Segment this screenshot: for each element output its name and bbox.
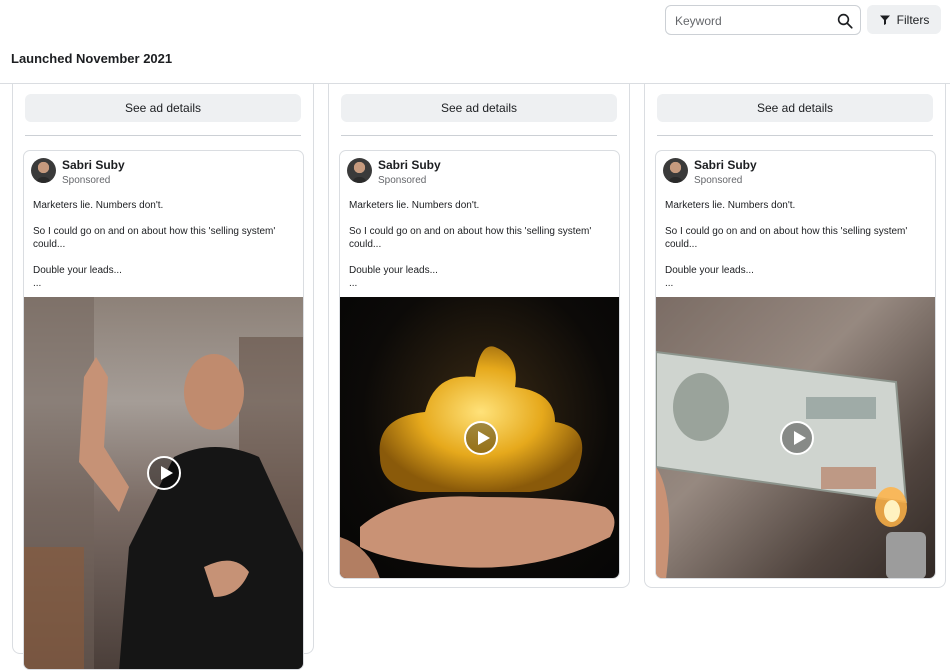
avatar[interactable]	[663, 158, 688, 183]
play-icon[interactable]	[780, 421, 814, 455]
ad-text-line: So I could go on and on about how this '…	[33, 226, 276, 250]
ad-body-text: Marketers lie. Numbers don't. So I could…	[665, 199, 927, 290]
see-ad-details-button[interactable]: See ad details	[657, 94, 933, 122]
ad-card: Sabri Suby Sponsored Marketers lie. Numb…	[339, 150, 620, 579]
ad-body-text: Marketers lie. Numbers don't. So I could…	[33, 199, 295, 290]
sponsored-label: Sponsored	[378, 175, 427, 186]
ad-text-line: So I could go on and on about how this '…	[349, 226, 592, 250]
avatar[interactable]	[31, 158, 56, 183]
ad-text-line: Marketers lie. Numbers don't.	[349, 200, 480, 211]
ad-text-more: ...	[349, 278, 358, 289]
play-icon[interactable]	[464, 421, 498, 455]
ad-text-more: ...	[33, 278, 42, 289]
ad-column-2: See ad details Sabri Suby Sponsored Mark…	[328, 84, 630, 588]
ad-card: Sabri Suby Sponsored Marketers lie. Numb…	[23, 150, 304, 670]
ad-text-line: Double your leads...	[349, 265, 438, 276]
avatar[interactable]	[347, 158, 372, 183]
ad-column-3: See ad details Sabri Suby Sponsored Mark…	[644, 84, 946, 588]
ad-text-line: Double your leads...	[665, 265, 754, 276]
search-box[interactable]	[665, 5, 861, 35]
divider	[25, 135, 301, 136]
page-name[interactable]: Sabri Suby	[378, 158, 441, 172]
filters-button[interactable]: Filters	[867, 5, 941, 34]
filter-icon	[879, 15, 890, 25]
search-icon[interactable]	[836, 12, 854, 30]
ad-card: Sabri Suby Sponsored Marketers lie. Numb…	[655, 150, 936, 579]
see-ad-details-button[interactable]: See ad details	[341, 94, 617, 122]
play-icon[interactable]	[147, 456, 181, 490]
filters-label: Filters	[896, 12, 930, 27]
ad-column-1: See ad details Sabri Suby Sponsored Mark…	[12, 84, 314, 670]
page-name[interactable]: Sabri Suby	[694, 158, 757, 172]
page-name[interactable]: Sabri Suby	[62, 158, 125, 172]
section-title: Launched November 2021	[11, 51, 173, 66]
ad-video-thumbnail[interactable]	[340, 297, 619, 578]
ad-body-text: Marketers lie. Numbers don't. So I could…	[349, 199, 611, 290]
ad-text-line: Marketers lie. Numbers don't.	[665, 200, 796, 211]
sponsored-label: Sponsored	[694, 175, 743, 186]
top-bar: Filters Launched November 2021	[0, 0, 950, 84]
divider	[341, 135, 617, 136]
see-ad-details-button[interactable]: See ad details	[25, 94, 301, 122]
sponsored-label: Sponsored	[62, 175, 111, 186]
ad-text-line: So I could go on and on about how this '…	[665, 226, 908, 250]
ad-text-line: Double your leads...	[33, 265, 122, 276]
ad-text-more: ...	[665, 278, 674, 289]
ad-text-line: Marketers lie. Numbers don't.	[33, 200, 164, 211]
ad-video-thumbnail[interactable]	[656, 297, 935, 578]
divider	[657, 135, 933, 136]
search-input[interactable]	[675, 12, 835, 30]
ad-video-thumbnail[interactable]	[24, 297, 303, 669]
